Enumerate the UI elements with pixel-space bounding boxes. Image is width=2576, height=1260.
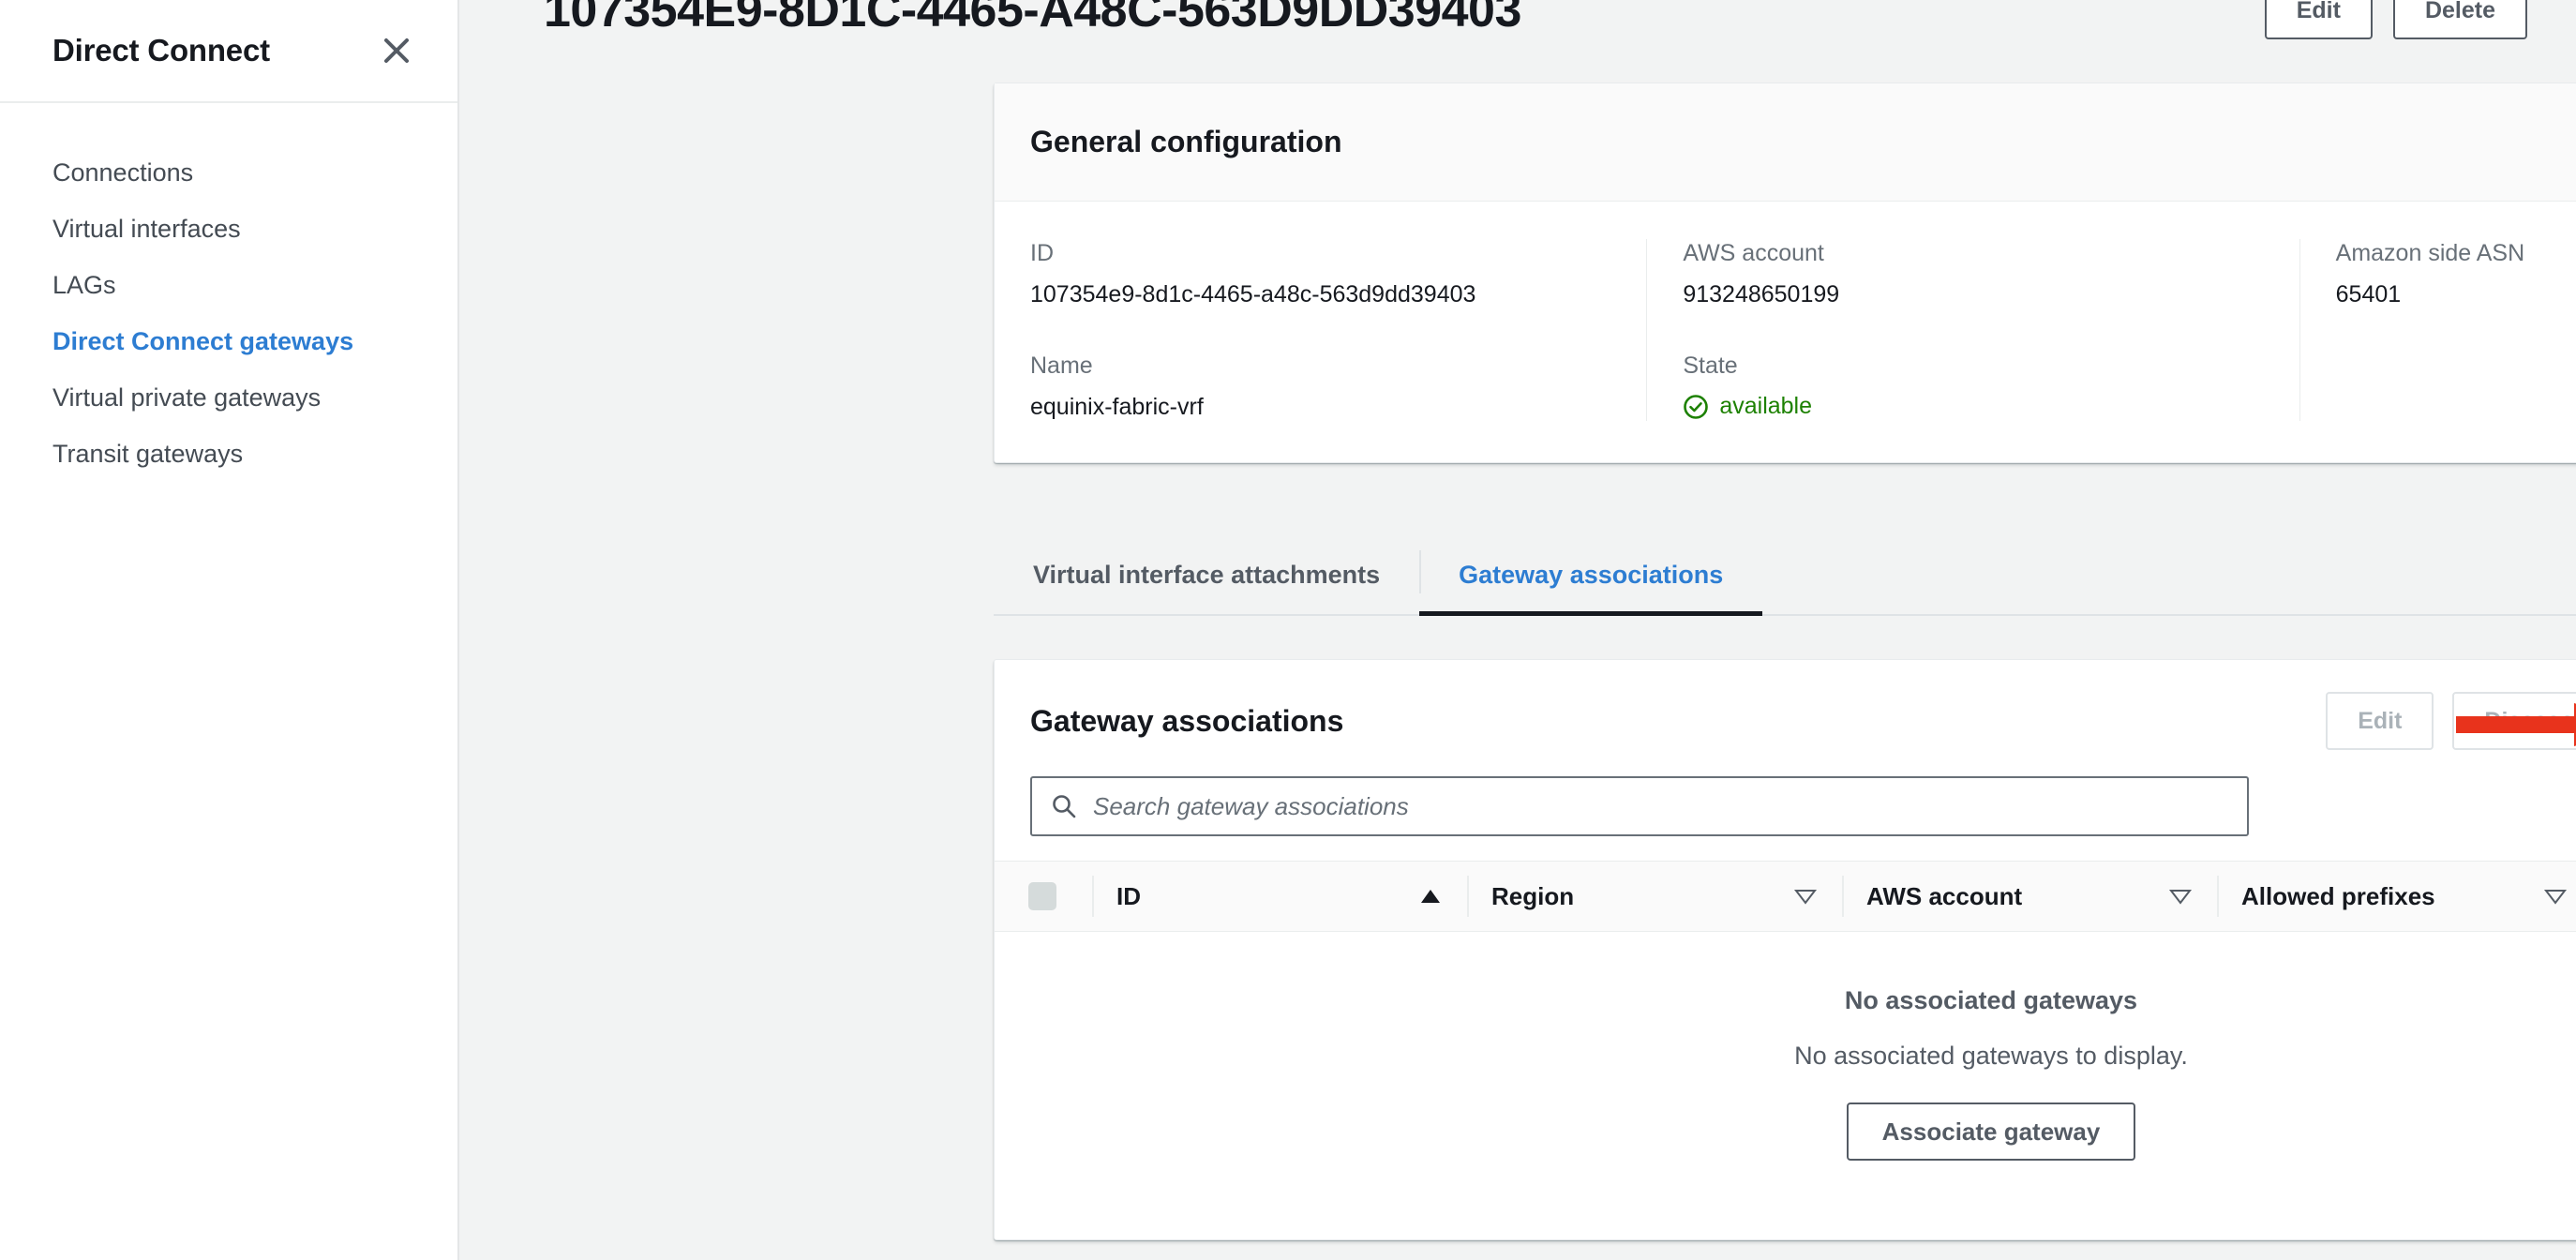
gateway-associations-header: Gateway associations Edit Disassociate A… [995,660,2576,750]
tab-virtual-interface-attachments[interactable]: Virtual interface attachments [994,535,1419,614]
gateway-associations-table: ID Region AWS account Allowed prefixes N… [995,861,2576,1161]
sidebar-item-label: Transit gateways [52,439,244,468]
field-aws-account-value: 913248650199 [1683,281,1840,308]
field-amazon-side-asn-value: 65401 [2335,281,2402,308]
tab-gateway-associations[interactable]: Gateway associations [1419,535,1763,616]
tab-label: Gateway associations [1459,560,1724,589]
general-config-column-3: Amazon side ASN 65401 [2299,239,2576,421]
triangle-up-filled-icon [1421,890,1440,903]
column-header-label: ID [1116,881,1141,910]
sidebar-item-transit-gateways[interactable]: Transit gateways [0,426,457,482]
sidebar-item-label: Virtual interfaces [52,214,241,243]
sidebar-item-virtual-interfaces[interactable]: Virtual interfaces [0,201,457,257]
sidebar-nav: Connections Virtual interfaces LAGs Dire… [0,103,457,482]
field-aws-account-label: AWS account [1683,240,1824,266]
close-icon-glyph [384,38,409,63]
page-header: 107354E9-8D1C-4465-A48C-563D9DD39403 Edi… [459,0,2576,62]
gateway-associations-actions: Edit Disassociate Associate gateway [2326,692,2576,750]
edit-association-button: Edit [2326,692,2434,750]
gateway-associations-title: Gateway associations [1030,703,1344,738]
tab-bar: Virtual interface attachments Gateway as… [994,535,2576,616]
field-state-label: State [1683,352,1738,379]
check-circle-icon [1684,394,1709,419]
empty-state-associate-gateway-button[interactable]: Associate gateway [1846,1102,2136,1161]
search-input[interactable] [1093,791,2228,821]
sort-none-icon [1793,887,1818,906]
table-empty-state: No associated gateways No associated gat… [995,932,2576,1161]
service-navigation-sidebar: Direct Connect Connections Virtual inter… [0,0,459,1260]
column-header-label: Region [1491,881,1575,910]
sidebar-item-label: Direct Connect gateways [52,326,354,355]
sidebar-item-label: Connections [52,158,194,187]
field-name: Name equinix-fabric-vrf [1030,352,1612,421]
disassociate-button: Disassociate [2452,692,2576,750]
page-title: 107354E9-8D1C-4465-A48C-563D9DD39403 [544,0,1521,38]
field-amazon-side-asn: Amazon side ASN 65401 [2336,239,2576,308]
close-icon[interactable] [375,29,418,72]
triangle-down-outline-icon [1793,890,1818,905]
column-header-label: Allowed prefixes [2241,881,2435,910]
sidebar-item-virtual-private-gateways[interactable]: Virtual private gateways [0,369,457,426]
field-state: State available [1683,352,2265,420]
field-id-value: 107354e9-8d1c-4465-a48c-563d9dd39403 [1030,281,1476,308]
column-header-label: AWS account [1866,881,2023,910]
triangle-down-outline-icon [2543,890,2568,905]
sidebar-item-label: LAGs [52,270,116,299]
sidebar-item-lags[interactable]: LAGs [0,257,457,313]
triangle-down-outline-icon [2168,890,2193,905]
field-id-label: ID [1030,240,1054,266]
gateway-associations-panel: Gateway associations Edit Disassociate A… [994,659,2576,1240]
sidebar-item-label: Virtual private gateways [52,382,322,412]
select-all-cell [1021,882,1092,910]
page-header-actions: Edit Delete [2264,0,2527,39]
sort-ascending-icon [1418,887,1443,906]
app-root: Direct Connect Connections Virtual inter… [0,0,2576,1260]
main-content: 107354E9-8D1C-4465-A48C-563D9DD39403 Edi… [459,0,2576,1260]
general-configuration-header: General configuration [995,83,2576,202]
status-badge-label: available [1719,393,1813,419]
empty-state-subtitle: No associated gateways to display. [1794,1042,2188,1070]
general-configuration-panel: General configuration ID 107354e9-8d1c-4… [994,82,2576,463]
general-config-column-1: ID 107354e9-8d1c-4465-a48c-563d9dd39403 … [1030,239,1646,421]
column-header-allowed-prefixes[interactable]: Allowed prefixes [2217,861,2576,932]
field-name-label: Name [1030,352,1093,379]
sidebar-header: Direct Connect [0,0,457,103]
general-config-column-2: AWS account 913248650199 State available [1646,239,2299,421]
tab-label: Virtual interface attachments [1033,560,1381,589]
search-gateway-associations[interactable] [1030,776,2249,836]
column-header-id[interactable]: ID [1092,861,1467,932]
search-icon [1053,795,1076,818]
field-amazon-side-asn-label: Amazon side ASN [2335,240,2525,266]
status-badge: available [1683,393,2265,420]
field-name-value: equinix-fabric-vrf [1030,394,1204,420]
edit-button[interactable]: Edit [2264,0,2373,39]
sort-none-icon [2168,887,2193,906]
field-id: ID 107354e9-8d1c-4465-a48c-563d9dd39403 [1030,239,1612,308]
select-all-checkbox[interactable] [1028,882,1056,910]
general-configuration-title: General configuration [1030,125,1342,158]
column-header-aws-account[interactable]: AWS account [1842,861,2217,932]
sidebar-item-connections[interactable]: Connections [0,144,457,201]
sidebar-title: Direct Connect [52,33,270,68]
general-configuration-body: ID 107354e9-8d1c-4465-a48c-563d9dd39403 … [995,202,2576,462]
table-header-row: ID Region AWS account Allowed prefixes [995,861,2576,932]
gateway-associations-toolbar: 1 [995,750,2576,836]
column-header-region[interactable]: Region [1467,861,1842,932]
empty-state-title: No associated gateways [1844,986,2138,1014]
delete-button[interactable]: Delete [2392,0,2527,39]
field-aws-account: AWS account 913248650199 [1683,239,2265,308]
sidebar-item-direct-connect-gateways[interactable]: Direct Connect gateways [0,313,457,369]
sort-none-icon [2543,887,2568,906]
